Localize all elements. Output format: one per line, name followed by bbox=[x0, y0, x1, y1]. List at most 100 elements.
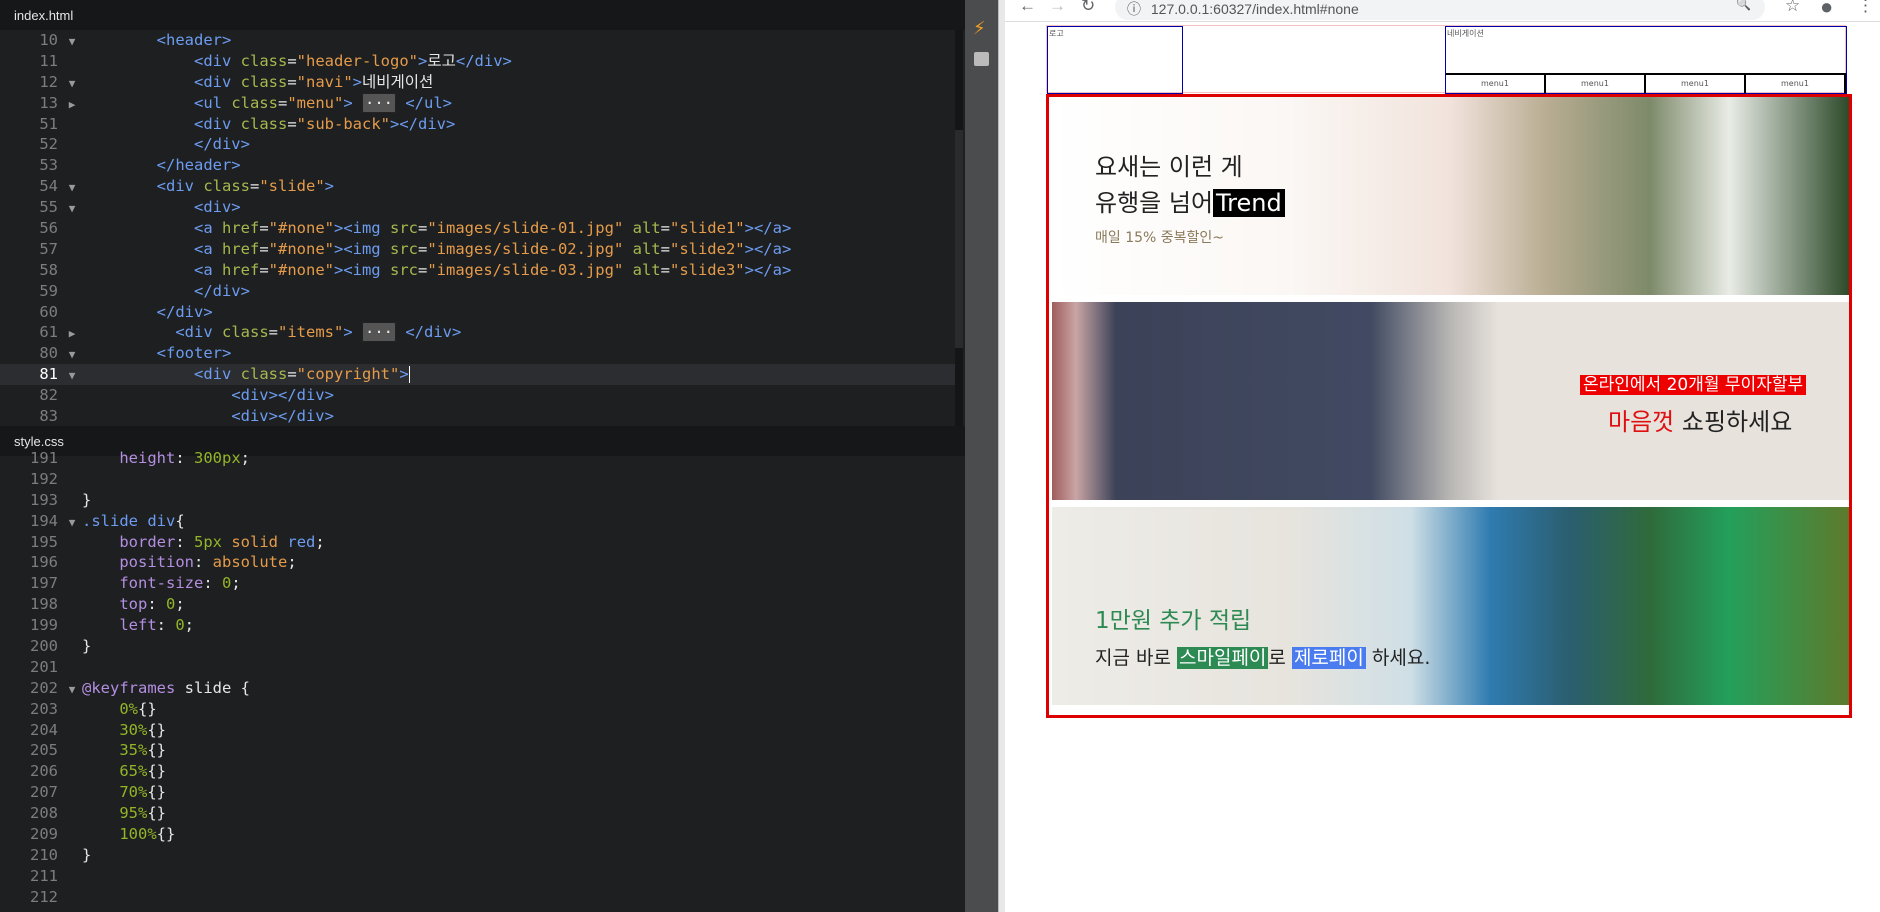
fold-arrow-icon[interactable]: ▼ bbox=[62, 178, 82, 199]
code-line[interactable]: 195 border: 5px solid red; bbox=[0, 532, 955, 553]
fold-arrow-icon[interactable]: ▶ bbox=[62, 324, 82, 345]
code-token: 70% bbox=[119, 783, 148, 802]
code-line[interactable]: 52 </div> bbox=[0, 134, 955, 155]
menu-item[interactable]: menu1 bbox=[1546, 75, 1646, 93]
code-line[interactable]: 193} bbox=[0, 490, 955, 511]
profile-icon[interactable]: ● bbox=[1820, 0, 1833, 20]
html-code-pane[interactable]: 10 ▼ <header> 11 <div class="header-logo">… bbox=[0, 30, 955, 426]
code-line[interactable]: 199 left: 0; bbox=[0, 615, 955, 636]
code-line[interactable]: 191 height: 300px; bbox=[0, 448, 955, 469]
css-code-pane[interactable]: 191 height: 300px; 192 193} 194 ▼ .slide div{… bbox=[0, 448, 955, 912]
text-caret bbox=[408, 366, 410, 384]
code-token: <div></div> bbox=[231, 386, 334, 405]
code-line[interactable]: 58 <a href="#none"><img src="images/slid… bbox=[0, 260, 955, 281]
code-line[interactable]: 194 ▼ .slide div{ bbox=[0, 511, 955, 532]
code-line[interactable]: 55 ▼ <div> bbox=[0, 197, 955, 218]
fold-arrow-icon[interactable]: ▼ bbox=[62, 32, 82, 53]
header-logo[interactable]: 로고 bbox=[1047, 26, 1183, 94]
fold-arrow-icon[interactable]: ▼ bbox=[62, 513, 82, 534]
menu-item[interactable]: menu1 bbox=[1746, 75, 1846, 93]
fold-arrow-icon[interactable]: ▶ bbox=[62, 95, 82, 116]
code-line[interactable]: 206 65%{} bbox=[0, 761, 955, 782]
slide-1-link[interactable]: 요새는 이런 게 유행을 넘어 Trend 매일 15% 중복할인~ bbox=[1052, 97, 1849, 295]
code-line[interactable]: 209 100%{} bbox=[0, 824, 955, 845]
code-line[interactable]: 13 ▶ <ul class="menu"> ··· </ul> bbox=[0, 92, 955, 116]
fold-arrow-icon[interactable]: ▼ bbox=[62, 199, 82, 220]
line-number: 81 bbox=[39, 365, 58, 384]
scrollbar-thumb[interactable] bbox=[955, 130, 963, 348]
browser-toolbar: ← → ↻ ⓘ 127.0.0.1:60327/index.html#none … bbox=[1005, 0, 1880, 22]
code-token: "slide1" bbox=[669, 219, 745, 238]
code-line[interactable]: 53 </header> bbox=[0, 155, 955, 176]
extension-icon[interactable] bbox=[974, 52, 989, 66]
code-token: class bbox=[240, 365, 288, 384]
code-line[interactable]: 208 95%{} bbox=[0, 803, 955, 824]
collapsed-code-button[interactable]: ··· bbox=[362, 322, 397, 343]
menu-item[interactable]: menu1 bbox=[1446, 75, 1546, 93]
code-line[interactable]: 80 ▼ <footer> bbox=[0, 343, 955, 364]
code-line[interactable]: 200} bbox=[0, 636, 955, 657]
slide-2-line2: 마음껏 쇼핑하세요 bbox=[1608, 408, 1793, 436]
browser-window: ← → ↻ ⓘ 127.0.0.1:60327/index.html#none … bbox=[1005, 0, 1880, 912]
collapsed-code-button[interactable]: ··· bbox=[362, 92, 396, 113]
code-line[interactable]: 211 bbox=[0, 866, 955, 887]
slide-3-link[interactable]: 1만원 추가 적립 지금 바로 스마일페이 로 제로페이 하세요. bbox=[1052, 507, 1849, 705]
code-line[interactable]: 11 <div class="header-logo">로고</div> bbox=[0, 51, 955, 72]
menu-item[interactable]: menu1 bbox=[1646, 75, 1746, 93]
bookmark-star-icon[interactable]: ☆ bbox=[1785, 0, 1800, 16]
fold-arrow-icon[interactable]: ▼ bbox=[62, 345, 82, 366]
code-line[interactable]: 81 ▼ <div class="copyright"> bbox=[0, 364, 955, 387]
tab-index-html[interactable]: index.html bbox=[0, 0, 965, 30]
code-token: = bbox=[259, 219, 269, 238]
address-bar[interactable]: ⓘ 127.0.0.1:60327/index.html#none 🔍 bbox=[1115, 0, 1765, 20]
scrollbar[interactable] bbox=[955, 30, 963, 426]
code-line[interactable]: 204 30%{} bbox=[0, 720, 955, 741]
code-line[interactable]: 197 font-size: 0; bbox=[0, 573, 955, 594]
back-icon[interactable]: ← bbox=[1019, 0, 1036, 16]
code-token: = bbox=[417, 239, 428, 258]
code-token: src bbox=[389, 239, 418, 258]
line-number: 192 bbox=[30, 469, 58, 488]
code-line[interactable]: 205 35%{} bbox=[0, 740, 955, 761]
fold-arrow-icon[interactable]: ▼ bbox=[62, 680, 82, 701]
code-line[interactable]: 60 </div> bbox=[0, 302, 955, 323]
code-line[interactable]: 10 ▼ <header> bbox=[0, 30, 955, 51]
menu: menu1 menu1 menu1 menu1 bbox=[1446, 73, 1846, 93]
code-token: "slide3" bbox=[669, 260, 745, 279]
browser-menu-icon[interactable]: ⋮ bbox=[1857, 0, 1874, 16]
slide-1-line2: 유행을 넘어 Trend bbox=[1095, 183, 1285, 218]
code-line[interactable]: 83 <div></div> bbox=[0, 406, 955, 426]
code-line[interactable]: 201 bbox=[0, 657, 955, 678]
code-editor: index.html 10 ▼ <header> 11 <div class="he… bbox=[0, 0, 998, 912]
fold-arrow-icon[interactable]: ▼ bbox=[62, 74, 82, 95]
live-preview-icon[interactable]: ⚡ bbox=[973, 18, 986, 39]
code-line[interactable]: 207 70%{} bbox=[0, 782, 955, 803]
fold-arrow-icon[interactable]: ▼ bbox=[62, 366, 82, 387]
forward-icon[interactable]: → bbox=[1049, 0, 1066, 16]
code-line[interactable]: 202 ▼ @keyframes slide { bbox=[0, 678, 955, 699]
info-icon[interactable]: ⓘ bbox=[1127, 1, 1141, 17]
code-line[interactable]: 210} bbox=[0, 845, 955, 866]
slide-2-link[interactable]: 온라인에서 20개월 무이자할부 마음껏 쇼핑하세요 bbox=[1052, 302, 1849, 500]
code-line[interactable]: 198 top: 0; bbox=[0, 594, 955, 615]
code-line[interactable]: 212 bbox=[0, 887, 955, 908]
reload-icon[interactable]: ↻ bbox=[1081, 0, 1095, 16]
pane-divider[interactable] bbox=[998, 0, 1005, 912]
code-line[interactable]: 56 <a href="#none"><img src="images/slid… bbox=[0, 218, 955, 239]
zoom-icon[interactable]: 🔍 bbox=[1736, 0, 1751, 11]
code-line[interactable]: 12 ▼ <div class="navi">네비게이션 bbox=[0, 72, 955, 93]
code-line[interactable]: 59 </div> bbox=[0, 281, 955, 302]
code-line[interactable]: 61 ▶ <div class="items"> ··· </div> bbox=[0, 322, 955, 343]
code-line[interactable]: 57 <a href="#none"><img src="images/slid… bbox=[0, 239, 955, 260]
code-line[interactable]: 213 bbox=[0, 908, 955, 912]
code-line[interactable]: 196 position: absolute; bbox=[0, 552, 955, 573]
code-line[interactable]: 82 <div></div> bbox=[0, 385, 955, 406]
code-token: 65% bbox=[119, 762, 148, 781]
code-line[interactable]: 54 ▼ <div class="slide"> bbox=[0, 176, 955, 197]
code-line[interactable]: 192 bbox=[0, 469, 955, 490]
code-line[interactable]: 51 <div class="sub-back"></div> bbox=[0, 114, 955, 135]
code-line[interactable]: 203 0%{} bbox=[0, 699, 955, 720]
